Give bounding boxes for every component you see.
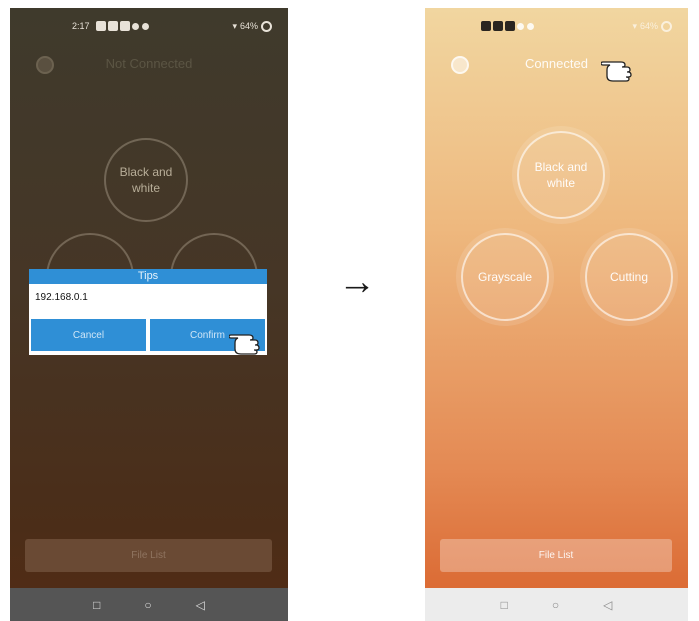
- cancel-label: Cancel: [72, 329, 105, 341]
- wifi-icon: ▾: [632, 20, 637, 31]
- file-list-button[interactable]: File List: [25, 539, 272, 572]
- phone-screen-after: ▾ 64% Connected Black and white Grayscal…: [425, 8, 688, 621]
- phone-screen-before: 2:17 ▾ 64% Not Connected Black and white…: [10, 8, 288, 621]
- battery-icon: [661, 20, 672, 32]
- connection-status: Not Connected: [105, 56, 193, 71]
- notification-icon: [119, 21, 130, 31]
- notification-icon: [481, 21, 491, 31]
- recent-apps-icon[interactable]: □: [501, 598, 508, 612]
- mode-black-white[interactable]: Black and white: [104, 138, 188, 222]
- connection-status: Connected: [525, 56, 588, 71]
- notification-icon: [493, 21, 503, 31]
- notification-icon: [107, 21, 118, 31]
- notification-icon: [95, 21, 106, 31]
- mode-grayscale[interactable]: Grayscale: [461, 233, 549, 321]
- wifi-icon: ▾: [232, 20, 237, 31]
- battery-level: 64%: [239, 21, 258, 31]
- mode-label: Grayscale: [477, 270, 533, 284]
- status-time: 2:17: [72, 21, 90, 31]
- back-icon[interactable]: ◁: [196, 598, 205, 612]
- dialog-title: Tips: [29, 269, 267, 284]
- status-bar: 2:17 ▾ 64%: [10, 16, 288, 36]
- system-nav-bar: □ ○ ◁: [10, 588, 288, 621]
- mode-label: Cutting: [609, 270, 649, 284]
- file-list-button[interactable]: File List: [440, 539, 672, 572]
- notification-icon: [141, 22, 149, 30]
- battery-icon: [261, 20, 272, 32]
- system-nav-bar: □ ○ ◁: [425, 588, 688, 621]
- mode-label: Black and white: [534, 160, 588, 190]
- notification-icon: [505, 21, 515, 31]
- mode-black-white[interactable]: Black and white: [517, 131, 605, 219]
- pointing-hand-icon: [601, 61, 632, 82]
- recent-apps-icon[interactable]: □: [93, 598, 100, 612]
- confirm-label: Confirm: [189, 329, 225, 341]
- tips-dialog: Tips 192.168.0.1 Cancel Confirm: [29, 269, 267, 355]
- status-bar: ▾ 64%: [425, 16, 688, 36]
- back-icon[interactable]: ◁: [603, 598, 612, 612]
- notification-icon: [517, 22, 524, 30]
- notification-icon: [131, 22, 139, 30]
- transition-arrow-icon: →: [338, 261, 376, 303]
- home-icon[interactable]: ○: [552, 598, 559, 612]
- file-list-label: File List: [131, 550, 166, 561]
- mode-label: Black and white: [119, 165, 173, 195]
- notification-icon: [527, 22, 534, 30]
- ip-address-input[interactable]: 192.168.0.1: [29, 284, 267, 312]
- battery-level: 64%: [639, 21, 658, 31]
- pointing-hand-icon: [229, 334, 260, 355]
- home-icon[interactable]: ○: [144, 598, 151, 612]
- mode-cutting[interactable]: Cutting: [585, 233, 673, 321]
- cancel-button[interactable]: Cancel: [31, 319, 146, 351]
- file-list-label: File List: [538, 550, 574, 561]
